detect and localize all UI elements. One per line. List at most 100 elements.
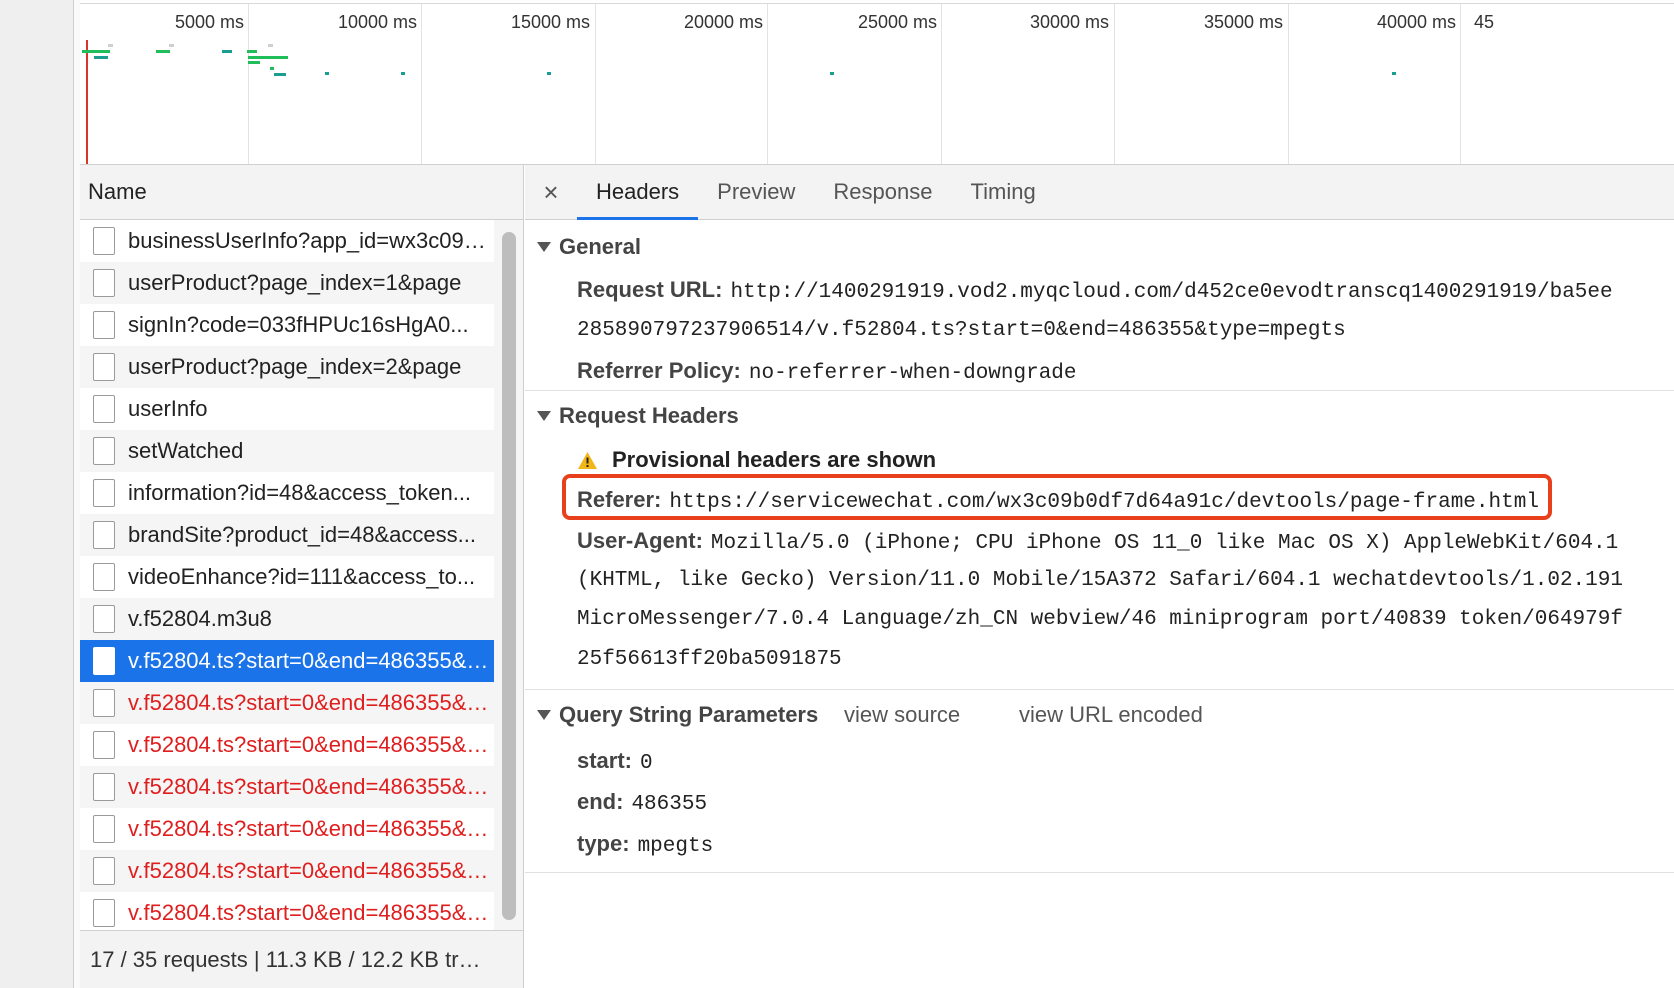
view-source-link[interactable]: view source	[844, 702, 960, 728]
request-row[interactable]: v.f52804.ts?start=0&end=486355&type=mpeg…	[80, 808, 494, 850]
query-string-section: Query String Parameters view source view…	[525, 690, 1674, 873]
close-icon: ×	[543, 176, 559, 207]
request-row[interactable]: signIn?code=033fHPUc16sHgA0...	[80, 304, 494, 346]
tab-preview-label: Preview	[717, 179, 796, 204]
request-row[interactable]: v.f52804.ts?start=0&end=486355&type=mpeg…	[80, 850, 494, 892]
provisional-headers-text: Provisional headers are shown	[612, 447, 937, 472]
request-name: v.f52804.ts?start=0&end=486355&type=mpeg…	[128, 900, 493, 925]
request-url-label: Request URL:	[577, 277, 723, 302]
resource-file-icon	[93, 647, 115, 675]
request-row[interactable]: userProduct?page_index=1&page	[80, 262, 494, 304]
param-key: type:	[577, 831, 630, 856]
resource-file-icon	[93, 689, 115, 717]
tick-label: 45	[1474, 12, 1495, 32]
tick-label: 10000 ms	[337, 12, 417, 32]
request-name: v.f52804.ts?start=0&end=486355&type=mpeg…	[128, 816, 493, 841]
request-row[interactable]: userProduct?page_index=2&page	[80, 346, 494, 388]
collapse-triangle-icon	[537, 242, 551, 252]
request-row[interactable]: businessUserInfo?app_id=wx3c09b0df7d64a9…	[80, 220, 494, 262]
query-string-title: Query String Parameters	[559, 702, 819, 727]
request-name: v.f52804.ts?start=0&end=486355&type=mpeg…	[128, 690, 493, 715]
tick-label: 35000 ms	[1203, 12, 1283, 32]
user-agent-value: Mozilla/5.0 (iPhone; CPU iPhone OS 11_0 …	[710, 532, 1619, 555]
user-agent-value-cont: (KHTML, like Gecko) Version/11.0 Mobile/…	[577, 569, 1623, 592]
param-value: 486355	[631, 793, 708, 816]
tab-headers[interactable]: Headers	[577, 165, 699, 220]
general-section-toggle[interactable]: General	[537, 234, 641, 260]
name-column-label: Name	[88, 179, 147, 204]
request-name: v.f52804.m3u8	[128, 606, 272, 631]
request-url-row: Request URL: http://1400291919.vod2.myqcl…	[577, 277, 1613, 304]
tick-label: 15000 ms	[510, 12, 590, 32]
user-agent-value-cont: 25f56613ff20ba5091875	[577, 648, 842, 671]
request-name: information?id=48&access_token...	[128, 480, 472, 505]
request-headers-toggle[interactable]: Request Headers	[537, 403, 739, 429]
name-column-header[interactable]: Name	[80, 165, 523, 220]
request-row[interactable]: v.f52804.ts?start=0&end=486355&type=mpeg…	[80, 724, 494, 766]
resource-file-icon	[93, 479, 115, 507]
request-name: v.f52804.ts?start=0&end=486355&type=mpeg…	[128, 774, 493, 799]
resource-file-icon	[93, 605, 115, 633]
resource-file-icon	[93, 227, 115, 255]
request-rows: businessUserInfo?app_id=wx3c09b0df7d64a9…	[80, 220, 494, 934]
tab-timing[interactable]: Timing	[951, 165, 1054, 219]
resource-file-icon	[93, 437, 115, 465]
request-url-value-cont: 285890797237906514/v.f52804.ts?start=0&e…	[577, 319, 1346, 342]
list-scrollbar[interactable]	[494, 220, 523, 930]
request-row[interactable]: v.f52804.ts?start=0&end=486355&type=mpeg…	[80, 682, 494, 724]
param-value: mpegts	[637, 835, 714, 858]
param-value: 0	[640, 752, 653, 775]
close-details-button[interactable]: ×	[525, 165, 577, 219]
request-row[interactable]: v.f52804.ts?start=0&end=486355&type=mpeg…	[80, 640, 494, 682]
query-string-toggle[interactable]: Query String Parameters	[537, 702, 818, 728]
list-scrollbar-thumb[interactable]	[502, 232, 516, 920]
request-row[interactable]: brandSite?product_id=48&access...	[80, 514, 494, 556]
request-name: businessUserInfo?app_id=wx3c09b0df7d64a9…	[128, 228, 493, 253]
referrer-policy-label: Referrer Policy:	[577, 358, 741, 383]
tab-response[interactable]: Response	[814, 165, 951, 219]
request-row[interactable]: v.f52804.ts?start=0&end=486355&type=mpeg…	[80, 892, 494, 934]
view-url-encoded-link[interactable]: view URL encoded	[1019, 702, 1203, 728]
request-name: v.f52804.ts?start=0&end=486355&type=mpeg…	[128, 858, 493, 883]
tab-response-label: Response	[833, 179, 933, 204]
param-key: start:	[577, 748, 633, 773]
resource-file-icon	[93, 269, 115, 297]
request-row[interactable]: v.f52804.m3u8	[80, 598, 494, 640]
tab-preview[interactable]: Preview	[698, 165, 814, 219]
request-name: setWatched	[128, 438, 244, 463]
query-param-row: start: 0	[577, 748, 653, 775]
resource-file-icon	[93, 857, 115, 885]
request-summary-footer: 17 / 35 requests | 11.3 KB / 12.2 KB tr…	[80, 930, 523, 988]
request-row[interactable]: userInfo	[80, 388, 494, 430]
request-row[interactable]: videoEnhance?id=111&access_to...	[80, 556, 494, 598]
user-agent-row: User-Agent: Mozilla/5.0 (iPhone; CPU iPho…	[577, 528, 1618, 555]
request-row[interactable]: v.f52804.ts?start=0&end=486355&type=mpeg…	[80, 766, 494, 808]
resource-file-icon	[93, 815, 115, 843]
resource-file-icon	[93, 731, 115, 759]
request-name: userProduct?page_index=2&page	[128, 354, 462, 379]
resource-file-icon	[93, 899, 115, 927]
request-list-pane: Name businessUserInfo?app_id=wx3c09b0df7…	[80, 165, 524, 988]
request-summary: 17 / 35 requests | 11.3 KB / 12.2 KB tr…	[90, 946, 481, 972]
request-name: userProduct?page_index=1&page	[128, 270, 462, 295]
request-row[interactable]: information?id=48&access_token...	[80, 472, 494, 514]
resource-file-icon	[93, 311, 115, 339]
network-overview-timeline[interactable]: 5000 ms 10000 ms 15000 ms 20000 ms 25000…	[80, 0, 1674, 165]
request-row[interactable]: setWatched	[80, 430, 494, 472]
request-name: v.f52804.ts?start=0&end=486355&type=mpeg…	[128, 648, 493, 673]
resource-file-icon	[93, 353, 115, 381]
referrer-policy-value: no-referrer-when-downgrade	[748, 362, 1077, 385]
tick-label: 20000 ms	[683, 12, 763, 32]
referrer-policy-row: Referrer Policy: no-referrer-when-downgra…	[577, 358, 1077, 385]
collapse-triangle-icon	[537, 710, 551, 720]
details-tabbar: × Headers Preview Response Timing	[525, 165, 1674, 220]
tab-timing-label: Timing	[970, 179, 1036, 204]
request-name: v.f52804.ts?start=0&end=486355&type=mpeg…	[128, 732, 493, 757]
left-gutter	[0, 0, 80, 988]
tab-headers-label: Headers	[596, 179, 680, 204]
collapse-triangle-icon	[537, 411, 551, 421]
warning-icon	[578, 451, 597, 469]
request-name: videoEnhance?id=111&access_to...	[128, 564, 476, 589]
tick-label: 5000 ms	[174, 12, 244, 32]
tick-label: 25000 ms	[857, 12, 937, 32]
